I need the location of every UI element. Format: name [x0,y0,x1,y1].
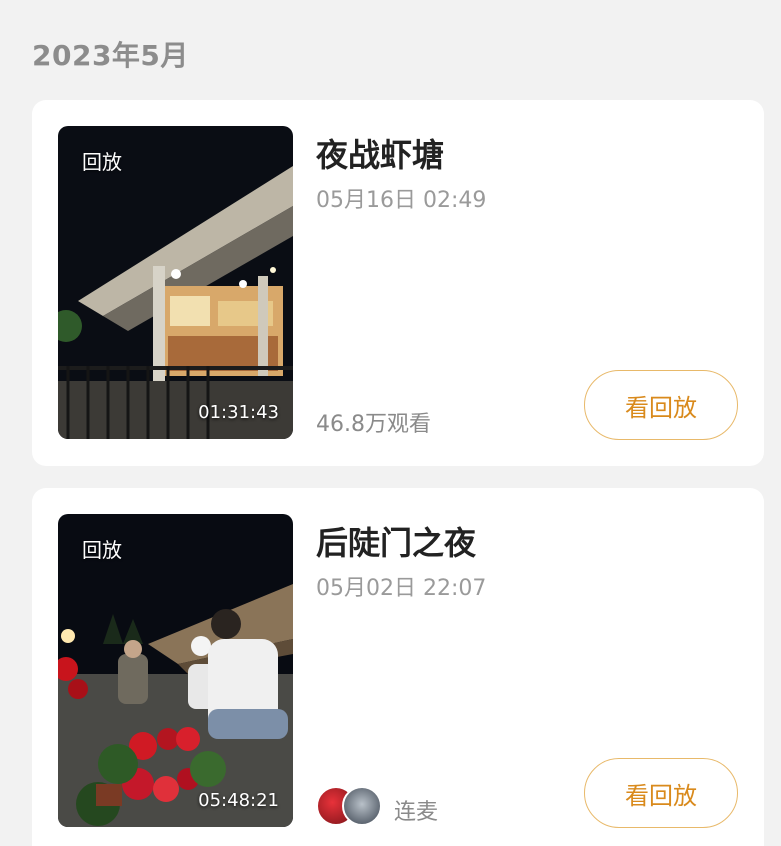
stream-card[interactable]: 回放 01:31:43 夜战虾塘 05月16日 02:49 46.8万观看 看回… [32,100,764,466]
stream-card[interactable]: 回放 05:48:21 后陡门之夜 05月02日 22:07 连麦 看回放 [32,488,764,846]
stream-title: 后陡门之夜 [316,524,477,562]
co-host-avatars[interactable] [316,786,386,828]
stream-thumbnail[interactable]: 回放 05:48:21 [58,514,293,827]
view-count: 46.8万观看 [316,412,431,437]
avatar[interactable] [342,786,382,826]
stream-title: 夜战虾塘 [316,136,445,174]
duration-label: 01:31:43 [198,402,279,423]
replay-badge: 回放 [82,538,122,562]
duration-label: 05:48:21 [198,790,279,811]
month-header: 2023年5月 [32,39,189,72]
stream-datetime: 05月02日 22:07 [316,576,487,601]
live-replay-page: 2023年5月 回放 01:31:43 夜战虾塘 05月16日 02:49 46… [0,0,781,846]
watch-replay-button[interactable]: 看回放 [584,758,738,828]
replay-badge: 回放 [82,150,122,174]
watch-replay-button[interactable]: 看回放 [584,370,738,440]
stream-datetime: 05月16日 02:49 [316,188,487,213]
co-host-tag: 连麦 [394,800,439,825]
stream-thumbnail[interactable]: 回放 01:31:43 [58,126,293,439]
